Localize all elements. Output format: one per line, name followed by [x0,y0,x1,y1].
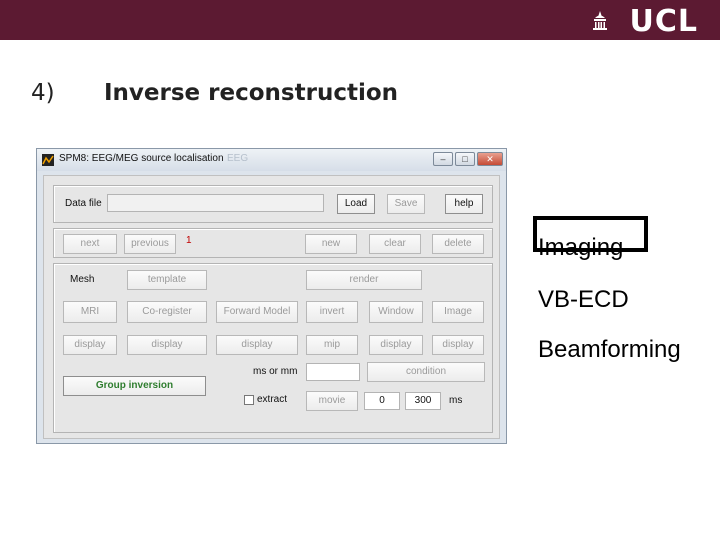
condition-button[interactable]: condition [367,362,485,382]
save-button[interactable]: Save [387,194,425,214]
pipeline-panel: Mesh template render MRI Co-register For… [53,263,493,433]
previous-button[interactable]: previous [124,234,176,254]
display-window-button[interactable]: display [369,335,423,355]
invert-button[interactable]: invert [306,301,358,323]
clear-button[interactable]: clear [369,234,421,254]
new-button[interactable]: new [305,234,357,254]
display-mri-button[interactable]: display [63,335,117,355]
spm-app-icon [42,154,54,166]
inversion-index: 1 [186,235,192,246]
data-file-input[interactable] [107,194,324,212]
mesh-label: Mesh [70,274,95,285]
window-button[interactable]: Window [369,301,423,323]
method-vb-ecd: VB-ECD [538,286,629,313]
display-forward-model-button[interactable]: display [216,335,298,355]
brand-bar [0,0,720,40]
movie-start-input[interactable]: 0 [364,392,400,410]
slide-number: 4) [31,80,55,106]
display-image-button[interactable]: display [432,335,484,355]
spm-window: SPM8: EEG/MEG source localisation EEG – … [36,148,507,444]
units-label: ms or mm [253,366,298,377]
window-title: SPM8: EEG/MEG source localisation [59,153,224,164]
forward-model-button[interactable]: Forward Model [216,301,298,323]
image-button[interactable]: Image [432,301,484,323]
window-title-bar[interactable]: SPM8: EEG/MEG source localisation EEG – … [37,149,506,171]
display-coregister-button[interactable]: display [127,335,207,355]
mri-button[interactable]: MRI [63,301,117,323]
ucl-logo: UCL [629,4,698,39]
next-button[interactable]: next [63,234,117,254]
ms-unit-label: ms [449,395,463,406]
coregister-button[interactable]: Co-register [127,301,207,323]
minimize-button[interactable]: – [433,152,453,166]
movie-button[interactable]: movie [306,391,358,411]
movie-end-input[interactable]: 300 [405,392,441,410]
portico-icon [593,11,607,30]
window-client-area: Data file Load Save help next previous 1… [43,175,500,439]
inversion-nav-panel: next previous 1 new clear delete [53,228,493,258]
mip-button[interactable]: mip [306,335,358,355]
data-file-label: Data file [65,198,102,209]
help-button[interactable]: help [445,194,483,214]
close-button[interactable]: ✕ [477,152,503,166]
imaging-highlight-box [533,216,648,252]
data-file-panel: Data file Load Save help [53,185,493,223]
units-input[interactable] [306,363,360,381]
load-button[interactable]: Load [337,194,375,214]
delete-button[interactable]: delete [432,234,484,254]
group-inversion-button[interactable]: Group inversion [63,376,206,396]
maximize-button[interactable]: □ [455,152,475,166]
extract-checkbox[interactable] [244,395,254,405]
method-beamforming: Beamforming [538,336,681,363]
extract-label: extract [257,394,288,405]
render-button[interactable]: render [306,270,422,290]
template-button[interactable]: template [127,270,207,290]
slide-title: Inverse reconstruction [104,80,399,106]
window-ghost-title: EEG [227,153,249,164]
